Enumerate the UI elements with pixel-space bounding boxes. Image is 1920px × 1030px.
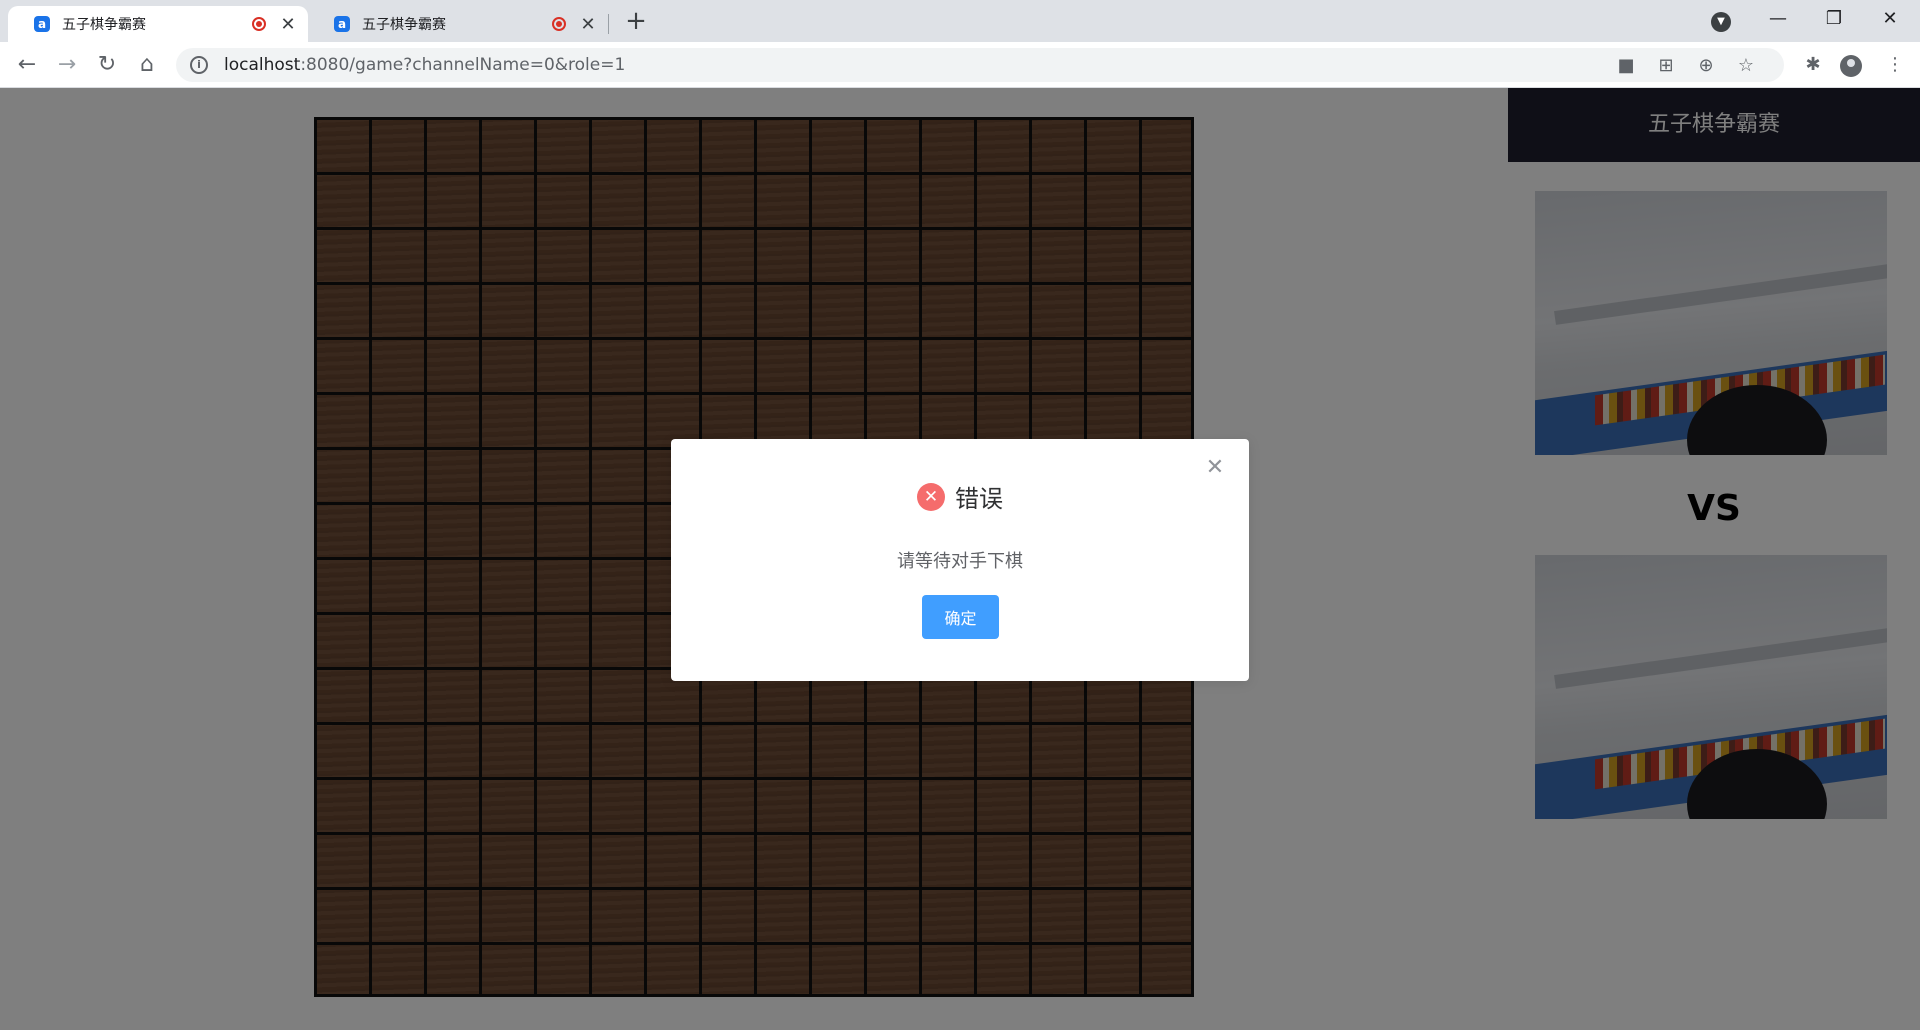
omnibox-actions: ■ ⊞ ⊕ ☆ <box>1616 48 1756 82</box>
tab-title: 五子棋争霸赛 <box>362 17 446 33</box>
translate-icon[interactable]: ⊞ <box>1656 55 1676 76</box>
profile-avatar-icon[interactable] <box>1840 55 1862 77</box>
back-arrow-icon[interactable]: ← <box>12 50 42 80</box>
error-dialog: ✕ ✕ 错误 请等待对手下棋 确定 <box>671 439 1249 681</box>
close-window-button[interactable]: ✕ <box>1862 0 1918 40</box>
site-favicon-icon: a <box>334 16 350 32</box>
dialog-header: ✕ 错误 <box>671 479 1249 514</box>
address-bar[interactable]: i localhost:8080/game?channelName=0&role… <box>176 48 1784 82</box>
site-favicon-icon: a <box>34 16 50 32</box>
dialog-title: 错误 <box>955 485 1003 513</box>
page-content: 五子棋争霸赛 VS ✕ ✕ 错误 请等待对手下棋 确定 <box>0 88 1920 1030</box>
tab-game-active[interactable]: a 五子棋争霸赛 ✕ <box>8 6 308 42</box>
site-info-icon[interactable]: i <box>190 56 208 74</box>
minimize-button[interactable]: — <box>1750 0 1806 40</box>
url-path: :8080/game?channelName=0&role=1 <box>300 55 626 75</box>
tab-separator <box>608 14 609 34</box>
extensions-icon[interactable]: ✱ <box>1798 50 1828 80</box>
browser-toolbar: ← → ↻ ⌂ i localhost:8080/game?channelNam… <box>0 42 1920 88</box>
restore-button[interactable]: ❐ <box>1806 0 1862 40</box>
dialog-message: 请等待对手下棋 <box>897 551 1023 572</box>
url-host: localhost <box>224 55 301 75</box>
new-tab-button[interactable]: + <box>620 6 652 38</box>
error-icon: ✕ <box>917 482 945 511</box>
close-icon[interactable]: ✕ <box>1203 457 1227 481</box>
confirm-button[interactable]: 确定 <box>922 595 999 639</box>
recording-indicator-icon <box>552 17 566 31</box>
reload-icon[interactable]: ↻ <box>92 50 122 80</box>
home-icon[interactable]: ⌂ <box>132 50 162 80</box>
menu-kebab-icon[interactable]: ⋮ <box>1880 50 1910 80</box>
zoom-icon[interactable]: ⊕ <box>1696 55 1716 76</box>
camera-icon[interactable]: ■ <box>1616 55 1636 76</box>
recording-indicator-icon <box>252 17 266 31</box>
bookmark-star-icon[interactable]: ☆ <box>1736 55 1756 76</box>
tab-title: 五子棋争霸赛 <box>62 17 146 33</box>
forward-arrow-icon[interactable]: → <box>52 50 82 80</box>
tab-search-icon[interactable]: ▼ <box>1711 12 1731 32</box>
close-tab-icon[interactable]: ✕ <box>580 14 596 35</box>
tab-game-inactive[interactable]: a 五子棋争霸赛 ✕ <box>308 6 608 42</box>
tab-strip: a 五子棋争霸赛 ✕ a 五子棋争霸赛 ✕ + ▼ — ❐ ✕ <box>0 0 1920 42</box>
close-tab-icon[interactable]: ✕ <box>280 14 296 35</box>
